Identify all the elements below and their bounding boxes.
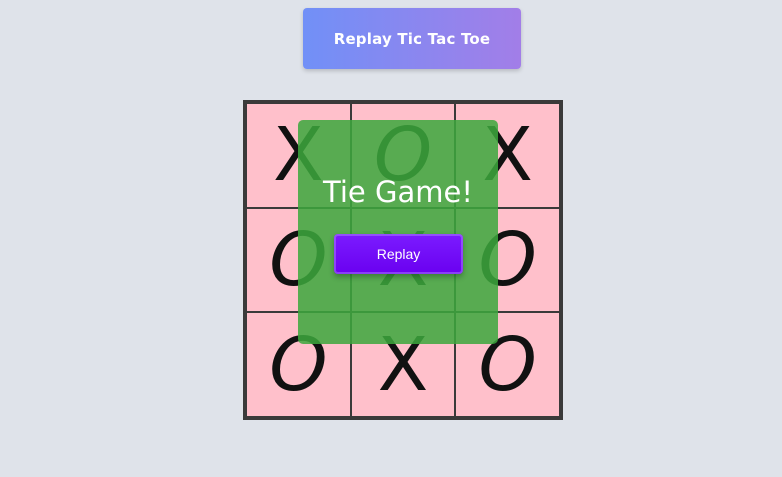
- replay-tic-tac-toe-button[interactable]: Replay Tic Tac Toe: [303, 8, 521, 69]
- replay-button[interactable]: Replay: [334, 234, 463, 274]
- result-message: Tie Game!: [323, 175, 473, 209]
- result-overlay: Tie Game! Replay: [298, 120, 498, 344]
